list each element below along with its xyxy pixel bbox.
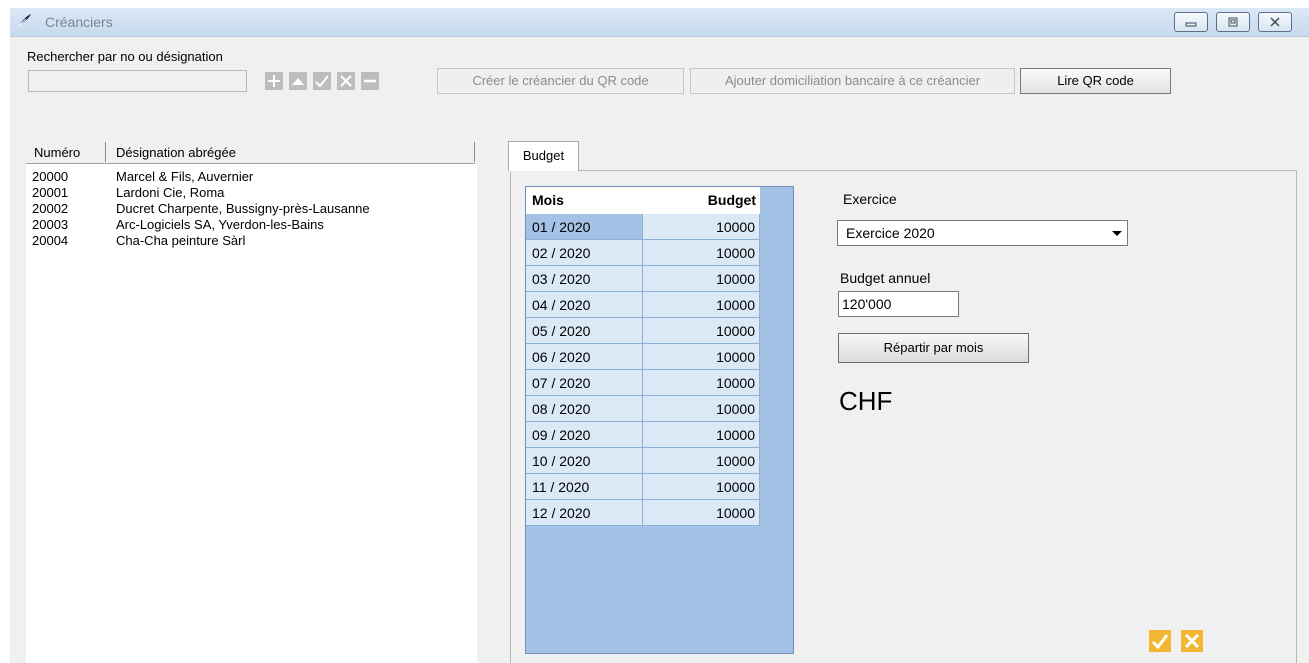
creditor-number: 20004 bbox=[32, 233, 69, 248]
up-arrow-icon bbox=[292, 78, 304, 85]
grid-cell-budget[interactable]: 10000 bbox=[643, 500, 760, 526]
creditor-number: 20000 bbox=[32, 169, 69, 184]
exercice-selected-value: Exercice 2020 bbox=[846, 225, 935, 241]
currency-label: CHF bbox=[839, 386, 893, 416]
cancel-button[interactable] bbox=[1181, 630, 1203, 652]
creditor-designation: Lardoni Cie, Roma bbox=[116, 185, 225, 200]
close-x-icon bbox=[340, 75, 352, 87]
grid-cell-mois[interactable]: 05 / 2020 bbox=[526, 318, 643, 344]
restore-button[interactable] bbox=[1216, 12, 1250, 32]
grid-cell-mois[interactable]: 03 / 2020 bbox=[526, 266, 643, 292]
grid-cell-budget[interactable]: 10000 bbox=[643, 370, 760, 396]
close-icon bbox=[1270, 17, 1280, 27]
confirm-button[interactable] bbox=[1149, 630, 1171, 652]
grid-cell-budget[interactable]: 10000 bbox=[643, 292, 760, 318]
budget-annuel-input[interactable] bbox=[838, 291, 959, 317]
search-label: Rechercher par no ou désignation bbox=[27, 49, 223, 64]
grid-cell-mois[interactable]: 12 / 2020 bbox=[526, 500, 643, 526]
grid-cell-mois[interactable]: 09 / 2020 bbox=[526, 422, 643, 448]
cancel-tool-button[interactable] bbox=[337, 72, 355, 90]
move-up-button[interactable] bbox=[289, 72, 307, 90]
grid-cell-mois[interactable]: 07 / 2020 bbox=[526, 370, 643, 396]
read-qr-button[interactable]: Lire QR code bbox=[1020, 68, 1171, 94]
tab-budget[interactable]: Budget bbox=[508, 141, 579, 171]
grid-cell-budget[interactable]: 10000 bbox=[643, 422, 760, 448]
grid-header-budget[interactable]: Budget bbox=[643, 187, 760, 214]
search-input[interactable] bbox=[28, 70, 247, 92]
grid-cell-budget[interactable]: 10000 bbox=[643, 240, 760, 266]
creditor-number: 20002 bbox=[32, 201, 69, 216]
creditor-designation: Arc-Logiciels SA, Yverdon-les-Bains bbox=[116, 217, 324, 232]
window-title: Créanciers bbox=[45, 14, 113, 30]
close-window-button[interactable] bbox=[1258, 12, 1292, 32]
grid-cell-mois[interactable]: 10 / 2020 bbox=[526, 448, 643, 474]
grid-cell-budget[interactable]: 10000 bbox=[643, 344, 760, 370]
validate-button[interactable] bbox=[313, 72, 331, 90]
budget-annuel-label: Budget annuel bbox=[840, 270, 931, 286]
minus-icon bbox=[364, 79, 376, 83]
grid-cell-mois[interactable]: 04 / 2020 bbox=[526, 292, 643, 318]
close-x-icon bbox=[1181, 630, 1203, 652]
grid-cell-budget[interactable]: 10000 bbox=[643, 474, 760, 500]
creditor-number: 20003 bbox=[32, 217, 69, 232]
grid-cell-mois[interactable]: 01 / 2020 bbox=[526, 214, 643, 240]
creditor-designation: Cha-Cha peinture Sàrl bbox=[116, 233, 246, 248]
add-domiciliation-button[interactable]: Ajouter domiciliation bancaire à ce créa… bbox=[690, 68, 1015, 94]
create-from-qr-button[interactable]: Créer le créancier du QR code bbox=[437, 68, 684, 94]
exercice-label: Exercice bbox=[843, 191, 897, 207]
list-item[interactable]: 20004 Cha-Cha peinture Sàrl bbox=[26, 233, 477, 249]
grid-cell-mois[interactable]: 06 / 2020 bbox=[526, 344, 643, 370]
check-icon bbox=[315, 75, 329, 88]
restore-icon bbox=[1228, 17, 1238, 27]
grid-cell-mois[interactable]: 02 / 2020 bbox=[526, 240, 643, 266]
grid-header-mois[interactable]: Mois bbox=[526, 187, 643, 214]
repartir-par-mois-button[interactable]: Répartir par mois bbox=[838, 333, 1029, 363]
app-feather-icon bbox=[17, 12, 33, 28]
grid-cell-budget[interactable]: 10000 bbox=[643, 318, 760, 344]
list-item[interactable]: 20003 Arc-Logiciels SA, Yverdon-les-Bain… bbox=[26, 217, 477, 233]
grid-cell-budget[interactable]: 10000 bbox=[643, 214, 760, 240]
creditor-designation: Ducret Charpente, Bussigny-près-Lausanne bbox=[116, 201, 370, 216]
column-divider[interactable] bbox=[474, 142, 475, 162]
creditor-designation: Marcel & Fils, Auvernier bbox=[116, 169, 254, 184]
list-item[interactable]: 20002 Ducret Charpente, Bussigny-près-La… bbox=[26, 201, 477, 217]
delete-button[interactable] bbox=[361, 72, 379, 90]
grid-cell-mois[interactable]: 11 / 2020 bbox=[526, 474, 643, 500]
check-icon bbox=[1149, 630, 1171, 652]
minimize-button[interactable] bbox=[1174, 12, 1208, 32]
chevron-down-icon bbox=[1112, 231, 1122, 236]
list-item[interactable]: 20001 Lardoni Cie, Roma bbox=[26, 185, 477, 201]
add-button[interactable] bbox=[265, 72, 283, 90]
grid-cell-budget[interactable]: 10000 bbox=[643, 448, 760, 474]
grid-cell-mois[interactable]: 08 / 2020 bbox=[526, 396, 643, 422]
column-header-numero[interactable]: Numéro bbox=[34, 145, 80, 160]
minimize-icon bbox=[1185, 22, 1197, 27]
grid-cell-budget[interactable]: 10000 bbox=[643, 396, 760, 422]
list-item[interactable]: 20000 Marcel & Fils, Auvernier bbox=[26, 169, 477, 185]
list-header bbox=[26, 142, 475, 164]
budget-grid: Mois Budget 01 / 2020 10000 02 / 2020 10000… bbox=[525, 186, 794, 654]
grid-cell-budget[interactable]: 10000 bbox=[643, 266, 760, 292]
creditor-number: 20001 bbox=[32, 185, 69, 200]
title-bar bbox=[10, 8, 1309, 37]
column-divider[interactable] bbox=[105, 142, 106, 162]
column-header-designation[interactable]: Désignation abrégée bbox=[116, 145, 236, 160]
creditor-list: 20000 Marcel & Fils, Auvernier 20001 Lar… bbox=[26, 164, 477, 663]
dropdown-arrow-button[interactable] bbox=[1108, 223, 1126, 243]
plus-icon bbox=[268, 75, 280, 87]
